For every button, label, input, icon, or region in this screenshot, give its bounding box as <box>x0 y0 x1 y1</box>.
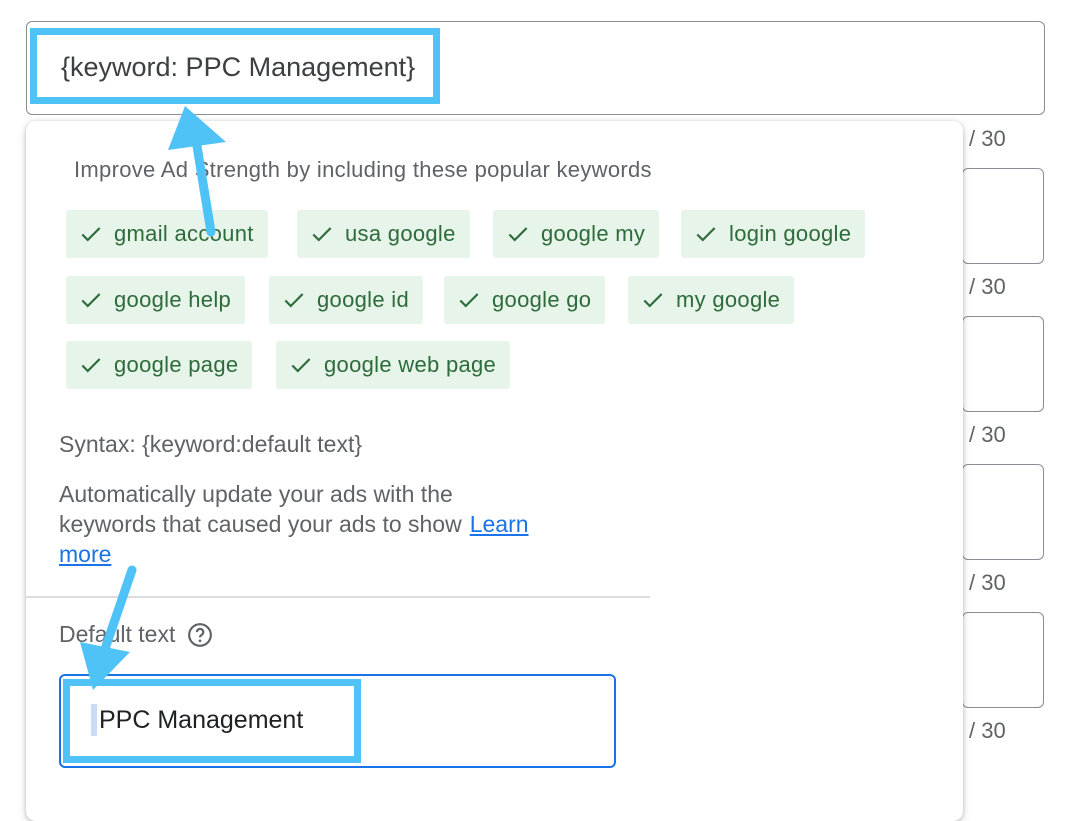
keyword-chip[interactable]: google go <box>444 276 606 324</box>
keyword-chip[interactable]: google page <box>66 341 253 389</box>
keyword-chip-label: google page <box>114 352 239 377</box>
check-icon <box>312 227 332 242</box>
keyword-chip-label: my google <box>676 287 781 312</box>
default-text-label: Default text <box>59 621 213 648</box>
check-icon <box>696 227 716 242</box>
char-counter: / 30 <box>969 274 1006 299</box>
default-text-label-text: Default text <box>59 621 176 647</box>
keyword-chip[interactable]: usa google <box>297 210 470 258</box>
keyword-chip[interactable]: my google <box>628 276 795 324</box>
headline-field-2[interactable] <box>962 168 1044 264</box>
check-icon <box>81 293 101 308</box>
popup-title: Improve Ad Strength by including these p… <box>74 157 652 182</box>
char-counter: / 30 <box>969 126 1006 151</box>
check-icon <box>643 293 663 308</box>
keyword-chip-label: google go <box>492 287 592 312</box>
check-icon <box>459 293 479 308</box>
char-counter: / 30 <box>969 422 1006 447</box>
description-body: Automatically update your ads with the k… <box>59 481 462 537</box>
keyword-chip-label: login google <box>729 221 852 246</box>
help-circle-icon[interactable] <box>187 622 213 648</box>
check-icon <box>508 227 528 242</box>
keyword-chip[interactable]: google my <box>493 210 660 258</box>
description-text: Automatically update your ads with the k… <box>59 479 529 569</box>
check-icon <box>81 227 101 242</box>
keyword-chip-label: google my <box>541 221 646 246</box>
char-counter: / 30 <box>969 718 1006 743</box>
keyword-chip[interactable]: google help <box>66 276 246 324</box>
keyword-chip[interactable]: google web page <box>276 341 511 389</box>
highlight-box <box>30 28 440 104</box>
keyword-chip-label: usa google <box>345 221 456 246</box>
keyword-chip-label: google id <box>317 287 409 312</box>
syntax-text: Syntax: {keyword:default text} <box>59 431 363 457</box>
keyword-chip-label: gmail account <box>114 221 254 246</box>
char-counter: / 30 <box>969 570 1006 595</box>
headline-field-5[interactable] <box>962 612 1044 708</box>
check-icon <box>291 358 311 373</box>
highlight-box <box>63 679 361 763</box>
headline-field-3[interactable] <box>962 316 1044 412</box>
check-icon <box>284 293 304 308</box>
keyword-chip-label: google help <box>114 287 232 312</box>
keyword-chip[interactable]: google id <box>269 276 423 324</box>
keyword-chip[interactable]: gmail account <box>66 210 268 258</box>
check-icon <box>81 358 101 373</box>
keyword-chip-label: google web page <box>324 352 497 377</box>
keyword-chip[interactable]: login google <box>681 210 866 258</box>
divider <box>26 596 650 598</box>
headline-field-4[interactable] <box>962 464 1044 560</box>
